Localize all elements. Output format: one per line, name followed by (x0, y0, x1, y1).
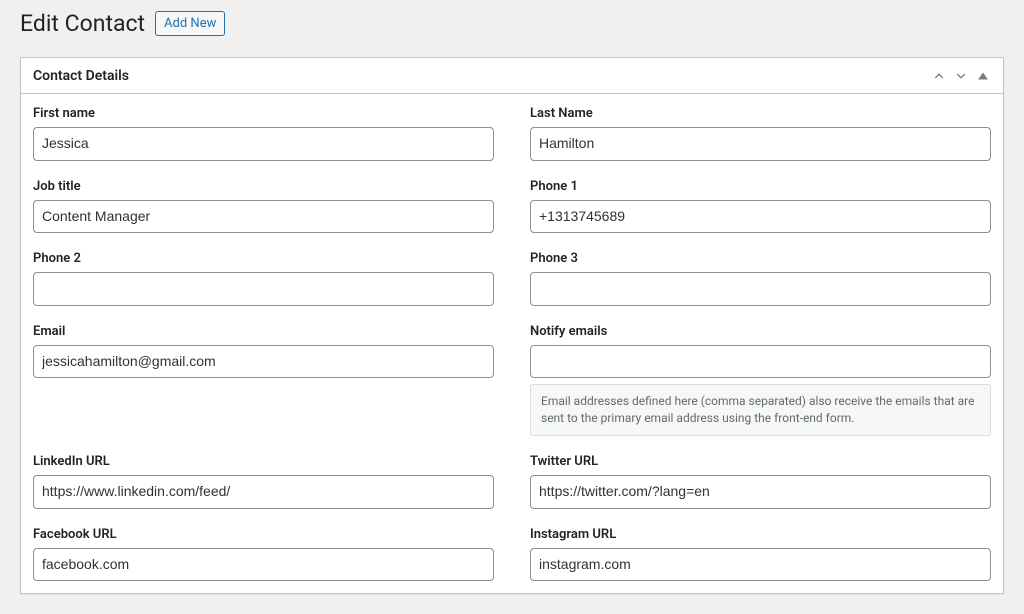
instagram-label: Instagram URL (530, 527, 991, 542)
chevron-down-icon[interactable] (953, 68, 969, 84)
phone2-input[interactable] (33, 272, 494, 306)
panel-title: Contact Details (33, 68, 129, 84)
contact-details-panel: Contact Details First name (20, 57, 1004, 594)
notify-emails-input[interactable] (530, 345, 991, 379)
phone1-field: Phone 1 (530, 179, 991, 234)
linkedin-label: LinkedIn URL (33, 454, 494, 469)
notify-emails-field: Notify emails Email addresses defined he… (530, 324, 991, 436)
phone2-field: Phone 2 (33, 251, 494, 306)
linkedin-input[interactable] (33, 475, 494, 509)
notify-emails-label: Notify emails (530, 324, 991, 339)
facebook-label: Facebook URL (33, 527, 494, 542)
linkedin-field: LinkedIn URL (33, 454, 494, 509)
panel-header: Contact Details (21, 58, 1003, 94)
panel-handle-actions (931, 68, 991, 84)
instagram-field: Instagram URL (530, 527, 991, 582)
triangle-up-icon[interactable] (975, 68, 991, 84)
last-name-label: Last Name (530, 106, 991, 121)
twitter-field: Twitter URL (530, 454, 991, 509)
first-name-field: First name (33, 106, 494, 161)
facebook-input[interactable] (33, 548, 494, 582)
job-title-input[interactable] (33, 200, 494, 234)
phone1-input[interactable] (530, 200, 991, 234)
notify-emails-description: Email addresses defined here (comma sepa… (530, 384, 991, 436)
panel-body: First name Last Name Job title Phone 1 P (21, 94, 1003, 593)
phone3-field: Phone 3 (530, 251, 991, 306)
page-title: Edit Contact (20, 10, 145, 37)
email-label: Email (33, 324, 494, 339)
phone3-label: Phone 3 (530, 251, 991, 266)
instagram-input[interactable] (530, 548, 991, 582)
twitter-input[interactable] (530, 475, 991, 509)
last-name-input[interactable] (530, 127, 991, 161)
email-input[interactable] (33, 345, 494, 379)
add-new-button[interactable]: Add New (155, 11, 225, 37)
email-field: Email (33, 324, 494, 436)
job-title-label: Job title (33, 179, 494, 194)
job-title-field: Job title (33, 179, 494, 234)
phone1-label: Phone 1 (530, 179, 991, 194)
last-name-field: Last Name (530, 106, 991, 161)
chevron-up-icon[interactable] (931, 68, 947, 84)
facebook-field: Facebook URL (33, 527, 494, 582)
twitter-label: Twitter URL (530, 454, 991, 469)
phone3-input[interactable] (530, 272, 991, 306)
form-grid: First name Last Name Job title Phone 1 P (33, 106, 991, 581)
page-header: Edit Contact Add New (20, 10, 1004, 37)
first-name-label: First name (33, 106, 494, 121)
phone2-label: Phone 2 (33, 251, 494, 266)
first-name-input[interactable] (33, 127, 494, 161)
